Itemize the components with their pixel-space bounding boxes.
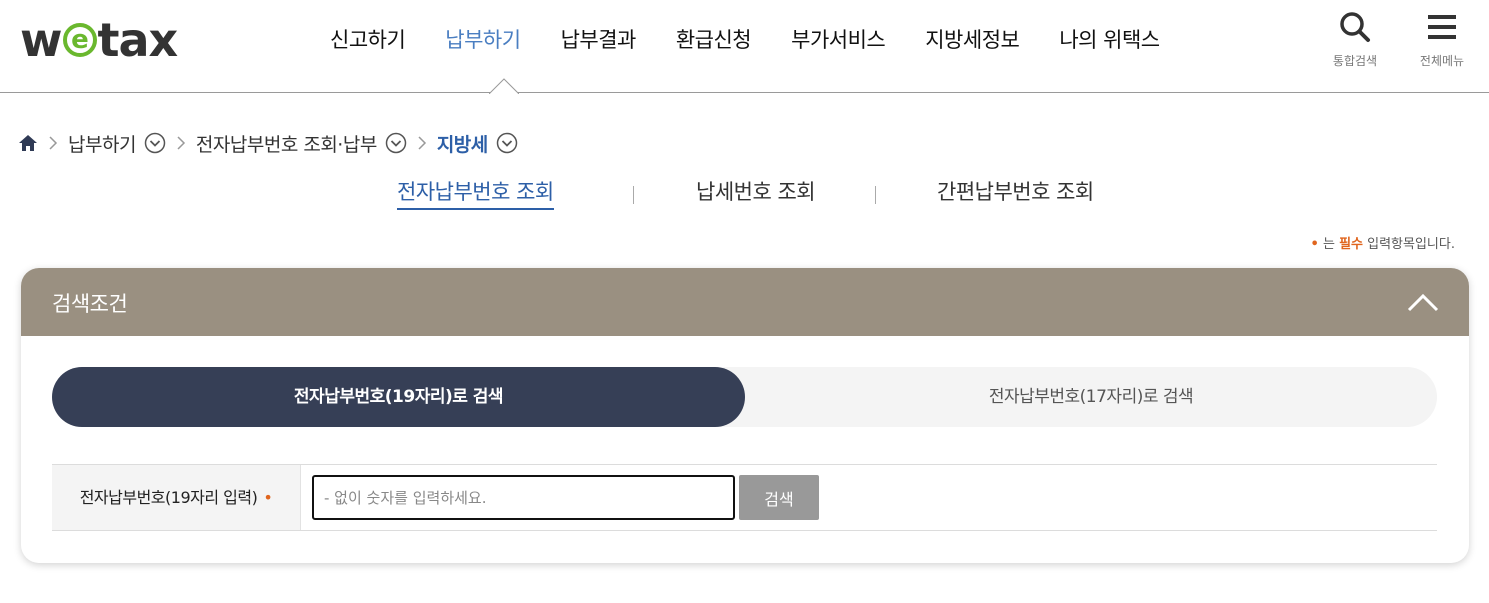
chevron-up-icon[interactable] xyxy=(1405,288,1441,318)
tab-tax-number[interactable]: 납세번호 조회 xyxy=(696,176,816,206)
payment-number-label: 전자납부번호(19자리 입력) • xyxy=(52,465,301,530)
nav-item-local-tax-info[interactable]: 지방세정보 xyxy=(905,22,1039,58)
active-nav-caret-icon xyxy=(489,78,519,94)
wetax-logo[interactable]: w e tax xyxy=(20,13,178,67)
unified-search-label: 통합검색 xyxy=(1332,54,1378,68)
logo-letter-e: e xyxy=(62,23,97,57)
required-field-note: • 는 필수 입력항목입니다. xyxy=(1311,233,1455,252)
search-icon xyxy=(1340,12,1370,42)
search-type-tabs: 전자납부번호(19자리)로 검색 전자납부번호(17자리)로 검색 xyxy=(52,367,1437,427)
tab-search-19-digit[interactable]: 전자납부번호(19자리)로 검색 xyxy=(52,367,745,427)
search-button[interactable]: 검색 xyxy=(739,475,819,520)
required-mark: • xyxy=(263,488,273,507)
payment-number-label-text: 전자납부번호(19자리 입력) xyxy=(79,488,258,507)
nav-item-my-wetax[interactable]: 나의 위택스 xyxy=(1039,22,1179,58)
tab-e-payment-number[interactable]: 전자납부번호 조회 xyxy=(397,176,554,210)
tab-search-17-digit[interactable]: 전자납부번호(17자리)로 검색 xyxy=(745,367,1437,427)
chevron-down-circle-icon[interactable] xyxy=(496,132,518,154)
chevron-down-circle-icon[interactable] xyxy=(385,132,407,154)
nav-item-refund[interactable]: 환급신청 xyxy=(656,22,771,58)
required-dot: • xyxy=(1310,237,1319,252)
chevron-down-circle-icon[interactable] xyxy=(144,132,166,154)
tab-divider xyxy=(633,186,634,204)
logo-letter-w: w xyxy=(20,13,62,67)
search-condition-panel: 검색조건 전자납부번호(19자리)로 검색 전자납부번호(17자리)로 검색 전… xyxy=(21,268,1469,563)
payment-number-input[interactable] xyxy=(312,475,735,520)
panel-header: 검색조건 xyxy=(21,268,1469,336)
site-header: w e tax 신고하기 납부하기 납부결과 환급신청 부가서비스 지방세정보 나의… xyxy=(0,0,1489,94)
main-nav: 신고하기 납부하기 납부결과 환급신청 부가서비스 지방세정보 나의 위택스 xyxy=(310,22,1180,58)
all-menu-button[interactable]: 전체메뉴 xyxy=(1407,10,1477,69)
hamburger-menu-icon xyxy=(1428,15,1456,39)
required-note-must: 필수 xyxy=(1339,237,1363,252)
tab-simple-payment-number[interactable]: 간편납부번호 조회 xyxy=(937,176,1094,206)
breadcrumb: 납부하기 전자납부번호 조회·납부 지방세 xyxy=(18,128,518,158)
required-note-suffix: 입력항목입니다. xyxy=(1363,237,1455,252)
tab-divider xyxy=(875,186,876,204)
breadcrumb-e-payment-lookup[interactable]: 전자납부번호 조회·납부 xyxy=(196,130,377,157)
chevron-right-icon xyxy=(48,135,58,151)
logo-text-tax: tax xyxy=(97,13,179,67)
required-note-prefix: 는 xyxy=(1318,237,1340,252)
breadcrumb-local-tax: 지방세 xyxy=(436,133,488,156)
breadcrumb-payment[interactable]: 납부하기 xyxy=(68,130,136,157)
panel-title: 검색조건 xyxy=(52,292,128,316)
payment-number-form-row: 전자납부번호(19자리 입력) • 검색 xyxy=(52,464,1437,531)
nav-item-payment-result[interactable]: 납부결과 xyxy=(541,22,656,58)
chevron-right-icon xyxy=(176,135,186,151)
home-icon[interactable] xyxy=(18,133,38,153)
all-menu-label: 전체메뉴 xyxy=(1419,54,1465,68)
nav-item-report[interactable]: 신고하기 xyxy=(310,22,425,58)
unified-search-button[interactable]: 통합검색 xyxy=(1320,10,1390,69)
chevron-right-icon xyxy=(417,135,427,151)
lookup-subtabs: 전자납부번호 조회 납세번호 조회 간편납부번호 조회 xyxy=(0,176,1489,216)
nav-item-payment[interactable]: 납부하기 xyxy=(425,22,540,58)
nav-item-extra-services[interactable]: 부가서비스 xyxy=(771,22,905,58)
